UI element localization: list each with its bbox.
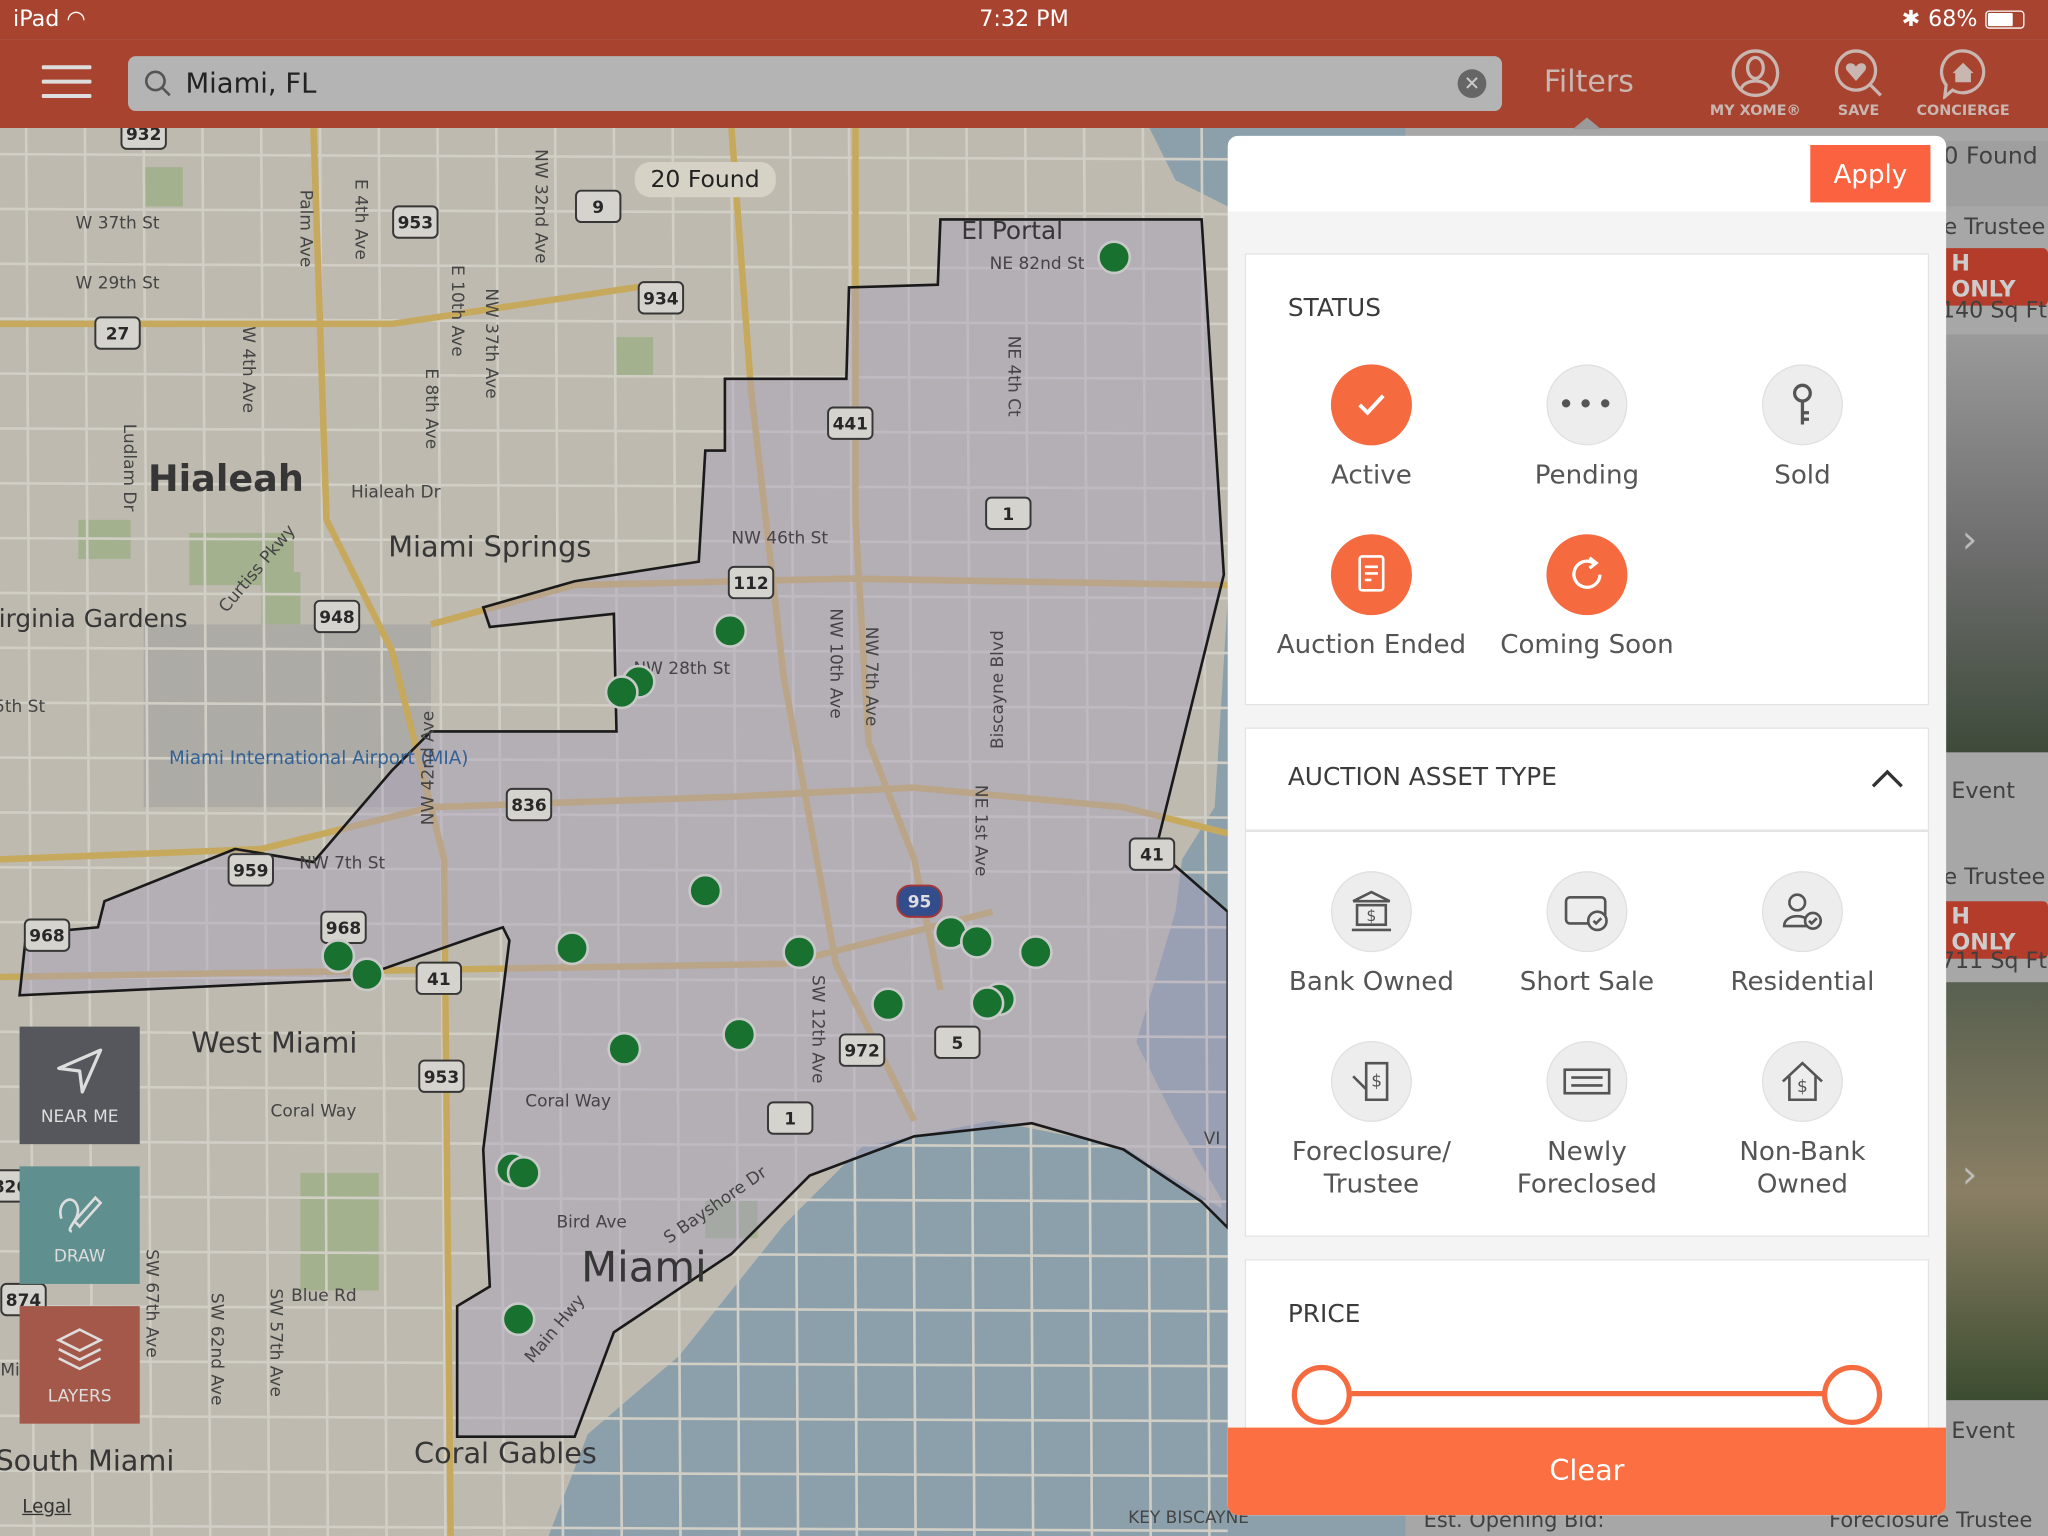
result-type: e Trustee <box>1943 864 2046 891</box>
asset-option-foreclosure-trustee[interactable]: $ Foreclosure/ Trustee <box>1260 1040 1482 1200</box>
result-size: 140 Sq Ft <box>1940 297 2048 324</box>
found-badge: 20 Found <box>634 161 776 198</box>
result-type: e Trustee <box>1943 214 2046 241</box>
near-me-label: NEAR ME <box>40 1107 119 1128</box>
next-photo-icon[interactable]: › <box>1962 1152 1978 1198</box>
card-check-icon <box>1546 871 1628 953</box>
asset-type-section-header[interactable]: AUCTION ASSET TYPE <box>1244 727 1930 831</box>
status-option-active[interactable]: Active <box>1260 364 1482 491</box>
result-event: Event <box>1951 778 2015 805</box>
search-bar[interactable]: ✕ <box>127 56 1503 112</box>
search-input[interactable] <box>185 56 1427 112</box>
location-arrow-icon <box>57 1048 103 1094</box>
apply-button[interactable]: Apply <box>1810 144 1931 203</box>
asset-option-residential[interactable]: Residential <box>1691 871 1913 998</box>
asset-option-non-bank-owned[interactable]: $ Non-Bank Owned <box>1691 1040 1913 1200</box>
asset-option-newly-foreclosed[interactable]: Newly Foreclosed <box>1476 1040 1698 1200</box>
my-xome-button[interactable]: MY XOME® <box>1697 47 1815 119</box>
layers-label: LAYERS <box>47 1387 112 1407</box>
near-me-button[interactable]: NEAR ME <box>19 1026 140 1145</box>
draw-button[interactable]: DRAW <box>19 1166 140 1284</box>
user-icon <box>1731 49 1780 97</box>
sign-icon <box>1546 1040 1628 1122</box>
price-title: PRICE <box>1287 1299 1361 1329</box>
filters-tab[interactable]: Filters <box>1544 65 1634 99</box>
concierge-button[interactable]: CONCIERGE <box>1904 47 2022 119</box>
status-option-sold[interactable]: Sold <box>1691 364 1913 491</box>
status-option-auction-ended[interactable]: Auction Ended <box>1260 534 1482 661</box>
people-check-icon <box>1761 871 1843 953</box>
battery-percent: 68% <box>1928 6 1978 33</box>
status-option-pending[interactable]: ••• Pending <box>1476 364 1698 491</box>
price-min-handle[interactable] <box>1291 1364 1352 1425</box>
status-title: STATUS <box>1287 293 1381 323</box>
chevron-up-icon[interactable] <box>1870 768 1904 789</box>
filters-panel-header: Apply <box>1227 135 1947 212</box>
price-max-handle[interactable] <box>1822 1364 1883 1425</box>
draw-pen-icon <box>59 1195 103 1233</box>
checkmark-icon <box>1330 364 1412 446</box>
search-icon <box>144 70 171 97</box>
result-photo[interactable]: › <box>1946 334 2048 753</box>
clock: 7:32 PM <box>979 6 1069 33</box>
status-option-coming-soon[interactable]: Coming Soon <box>1476 534 1698 661</box>
house-dollar-icon: $ <box>1761 1040 1843 1122</box>
asset-option-bank-owned[interactable]: $ Bank Owned <box>1260 871 1482 998</box>
asset-type-section: $ Bank Owned Short Sale Residential $ Fo… <box>1244 830 1930 1237</box>
key-icon <box>1761 364 1843 446</box>
layers-icon <box>55 1328 104 1371</box>
asset-type-title: AUCTION ASSET TYPE <box>1287 762 1557 792</box>
bluetooth-icon: ✱ <box>1901 6 1921 33</box>
svg-text:$: $ <box>1371 1072 1382 1092</box>
asset-option-short-sale[interactable]: Short Sale <box>1476 871 1698 998</box>
heart-search-icon <box>1834 49 1882 97</box>
clear-search-icon[interactable]: ✕ <box>1457 69 1487 98</box>
top-nav: ✕ Filters MY XOME® SAVE CONCIERGE <box>0 39 2048 130</box>
next-photo-icon[interactable]: › <box>1962 517 1978 563</box>
result-photo[interactable]: › <box>1946 982 2048 1401</box>
status-bar: iPad ◠ 7:32 PM ✱ 68% <box>0 0 2048 40</box>
price-range-track[interactable] <box>1340 1391 1871 1397</box>
svg-text:$: $ <box>1366 906 1376 925</box>
legal-link[interactable]: Legal <box>22 1497 71 1518</box>
draw-label: DRAW <box>53 1247 106 1267</box>
filters-panel: Apply STATUS Active ••• Pending Sold Auc… <box>1227 135 1947 1516</box>
result-event: Event <box>1951 1418 2015 1445</box>
home-chat-icon <box>1939 49 1986 100</box>
clear-button[interactable]: Clear <box>1227 1427 1947 1516</box>
svg-text:$: $ <box>1797 1077 1808 1097</box>
save-button[interactable]: SAVE <box>1800 47 1918 119</box>
layers-button[interactable]: LAYERS <box>19 1306 140 1424</box>
bank-icon: $ <box>1330 871 1412 953</box>
ellipsis-icon: ••• <box>1546 364 1628 446</box>
menu-icon[interactable] <box>41 65 92 99</box>
result-size: 711 Sq Ft <box>1940 948 2048 975</box>
app-screen: Hialeah Miami Springs Virginia Gardens West… <box>0 0 2048 1536</box>
battery-icon <box>1985 10 2025 29</box>
status-section: STATUS Active ••• Pending Sold Auction E… <box>1244 253 1930 706</box>
refresh-icon <box>1546 534 1628 616</box>
popover-arrow <box>1572 117 1602 130</box>
gavel-receipt-icon: $ <box>1330 1040 1412 1122</box>
document-icon <box>1330 534 1412 616</box>
